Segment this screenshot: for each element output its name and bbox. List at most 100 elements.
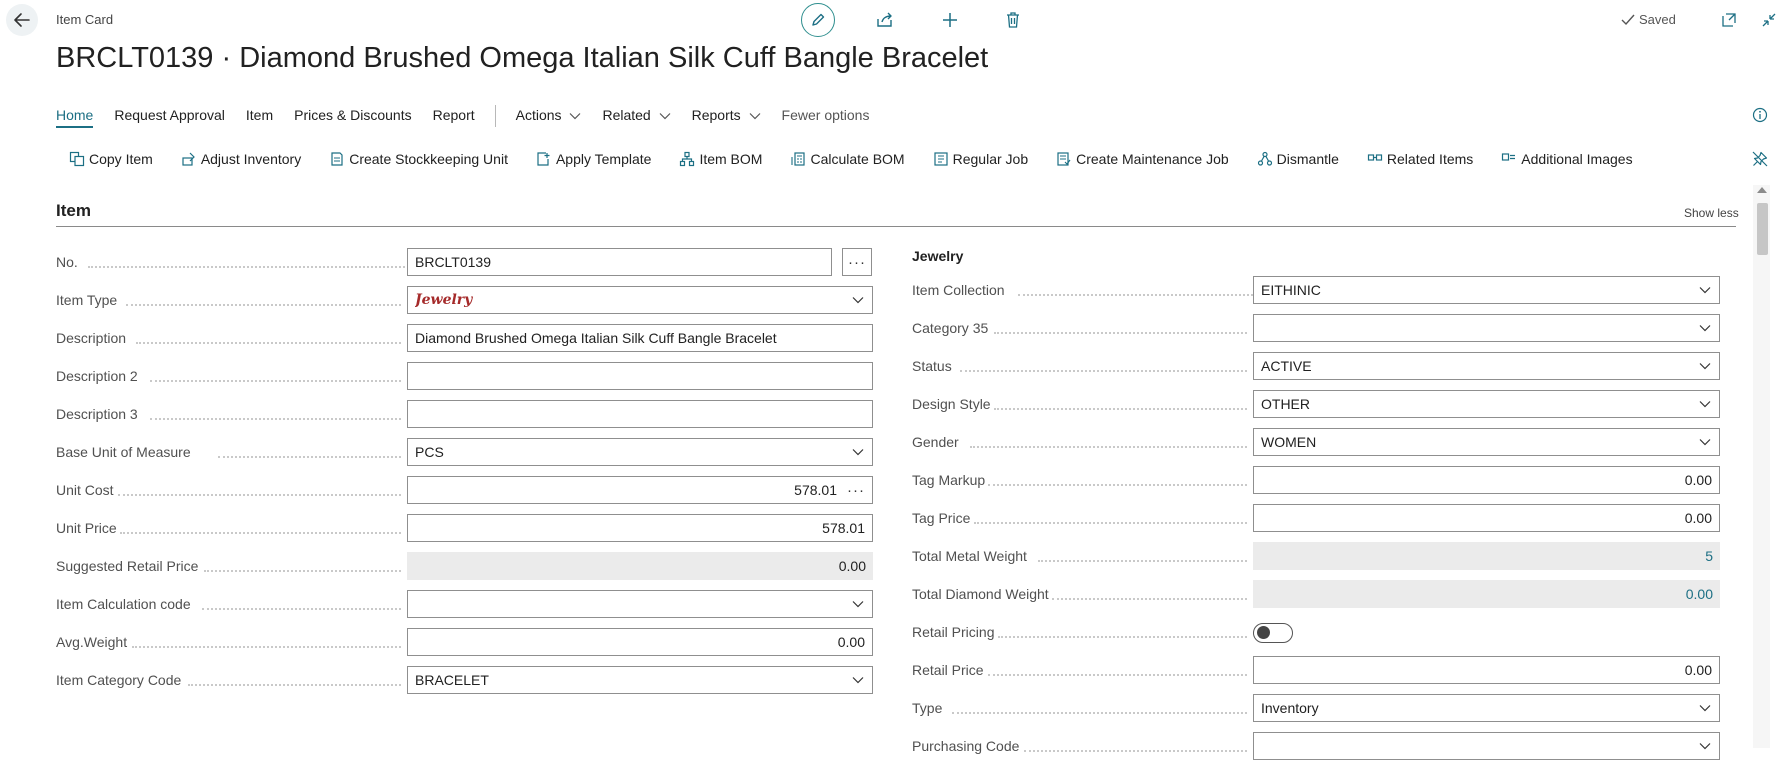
field-row-category-35: Category 35 xyxy=(912,314,1720,342)
open-new-window-button[interactable] xyxy=(1717,8,1741,32)
info-button[interactable] xyxy=(1751,106,1769,124)
item-category-select[interactable]: BRACELET xyxy=(407,666,873,694)
leader-dots xyxy=(970,446,1247,448)
item-category-label: Item Category Code xyxy=(56,672,182,688)
leader-dots xyxy=(1052,598,1247,600)
field-row-type: Type Inventory xyxy=(912,694,1720,722)
category-35-select[interactable] xyxy=(1253,314,1720,342)
tab-home[interactable]: Home xyxy=(56,107,94,128)
tag-markup-field[interactable]: 0.00 xyxy=(1253,466,1720,494)
group-title-jewelry: Jewelry xyxy=(912,248,964,264)
create-stockkeeping-unit-button[interactable]: Create Stockkeeping Unit xyxy=(328,150,508,168)
chevron-down-icon xyxy=(852,449,864,456)
collapse-button[interactable] xyxy=(1757,8,1781,32)
tag-price-label: Tag Price xyxy=(912,510,971,526)
base-uom-select[interactable]: PCS xyxy=(407,438,873,466)
back-button[interactable] xyxy=(6,4,38,36)
tag-markup-label: Tag Markup xyxy=(912,472,986,488)
adjust-inventory-button[interactable]: Adjust Inventory xyxy=(180,150,301,168)
tab-item[interactable]: Item xyxy=(246,107,273,125)
retail-pricing-toggle[interactable] xyxy=(1253,623,1293,643)
retail-price-field[interactable]: 0.00 xyxy=(1253,656,1720,684)
unpin-action-bar-button[interactable] xyxy=(1750,149,1770,169)
regular-job-button[interactable]: Regular Job xyxy=(932,150,1029,168)
action-bar-tabs: Home Request Approval Item Prices & Disc… xyxy=(56,104,890,128)
edit-button[interactable] xyxy=(801,3,835,37)
status-value: ACTIVE xyxy=(1261,358,1312,374)
chevron-down-icon xyxy=(570,113,581,120)
apply-template-button[interactable]: Apply Template xyxy=(535,150,651,168)
scroll-up-arrow-icon[interactable] xyxy=(1757,187,1767,193)
gender-select[interactable]: WOMEN xyxy=(1253,428,1720,456)
design-style-value: OTHER xyxy=(1261,396,1310,412)
tab-request-approval[interactable]: Request Approval xyxy=(114,107,225,125)
no-lookup-button[interactable]: ··· xyxy=(842,248,872,276)
unit-price-field[interactable]: 578.01 xyxy=(407,514,873,542)
description-3-label: Description 3 xyxy=(56,406,138,422)
leader-dots xyxy=(994,408,1247,410)
description-3-field[interactable] xyxy=(407,400,873,428)
fewer-options-button[interactable]: Fewer options xyxy=(782,107,870,125)
tag-price-value: 0.00 xyxy=(1684,510,1712,526)
tab-prices-discounts[interactable]: Prices & Discounts xyxy=(294,107,411,125)
share-icon xyxy=(877,12,892,27)
scrollbar-thumb[interactable] xyxy=(1757,203,1768,255)
no-field[interactable]: BRCLT0139 xyxy=(407,248,832,276)
tab-separator xyxy=(494,105,496,127)
menu-actions[interactable]: Actions xyxy=(516,107,582,125)
hierarchy-icon xyxy=(678,150,696,168)
vertical-scrollbar[interactable] xyxy=(1753,185,1770,748)
unit-cost-field[interactable]: 578.01 ··· xyxy=(407,476,873,504)
base-uom-value: PCS xyxy=(415,444,444,460)
related-items-button[interactable]: Related Items xyxy=(1366,150,1473,168)
avg-weight-label: Avg.Weight xyxy=(56,634,128,650)
retail-pricing-label: Retail Pricing xyxy=(912,624,995,640)
tab-report[interactable]: Report xyxy=(433,107,475,125)
item-type-label: Item Type xyxy=(56,292,118,308)
leader-dots xyxy=(1024,750,1247,752)
field-row-item-calc-code: Item Calculation code xyxy=(56,590,882,618)
item-calc-code-select[interactable] xyxy=(407,590,873,618)
menu-related[interactable]: Related xyxy=(602,107,671,125)
menu-reports[interactable]: Reports xyxy=(692,107,761,125)
leader-dots xyxy=(974,522,1247,524)
type-select[interactable]: Inventory xyxy=(1253,694,1720,722)
unpin-icon xyxy=(1752,151,1768,167)
new-button[interactable] xyxy=(938,8,962,32)
create-maintenance-job-button[interactable]: Create Maintenance Job xyxy=(1055,150,1229,168)
description-field[interactable]: Diamond Brushed Omega Italian Silk Cuff … xyxy=(407,324,873,352)
dismantle-button[interactable]: Dismantle xyxy=(1256,150,1339,168)
item-type-select[interactable]: Jewelry xyxy=(407,286,873,314)
pencil-icon xyxy=(812,13,825,26)
plus-icon xyxy=(943,13,957,27)
regular-job-label: Regular Job xyxy=(952,151,1029,167)
description-2-field[interactable] xyxy=(407,362,873,390)
design-style-select[interactable]: OTHER xyxy=(1253,390,1720,418)
copy-item-button[interactable]: Copy Item xyxy=(68,150,153,168)
page-label: Item Card xyxy=(56,12,114,27)
item-collection-select[interactable]: EITHINIC xyxy=(1253,276,1720,304)
show-less-button[interactable]: Show less xyxy=(1684,206,1739,220)
share-button[interactable] xyxy=(873,8,897,32)
field-row-gender: Gender WOMEN xyxy=(912,428,1720,456)
calculate-bom-button[interactable]: Calculate BOM xyxy=(789,150,905,168)
avg-weight-field[interactable]: 0.00 xyxy=(407,628,873,656)
description-value: Diamond Brushed Omega Italian Silk Cuff … xyxy=(415,330,777,346)
purchasing-code-select[interactable] xyxy=(1253,732,1720,760)
suggested-retail-field: 0.00 xyxy=(407,552,873,580)
ellipsis-icon[interactable]: ··· xyxy=(847,482,865,499)
additional-images-button[interactable]: Additional Images xyxy=(1500,150,1633,168)
item-calc-code-label: Item Calculation code xyxy=(56,596,191,612)
description-2-label: Description 2 xyxy=(56,368,138,384)
purchasing-code-label: Purchasing Code xyxy=(912,738,1020,754)
item-collection-value: EITHINIC xyxy=(1261,282,1321,298)
item-type-value: Jewelry xyxy=(415,292,473,308)
status-select[interactable]: ACTIVE xyxy=(1253,352,1720,380)
item-bom-button[interactable]: Item BOM xyxy=(678,150,762,168)
total-diamond-weight-value: 0.00 xyxy=(1685,586,1713,602)
chevron-down-icon xyxy=(659,113,671,120)
field-row-item-category: Item Category Code BRACELET xyxy=(56,666,882,694)
related-items-label: Related Items xyxy=(1386,151,1474,167)
tag-price-field[interactable]: 0.00 xyxy=(1253,504,1720,532)
delete-button[interactable] xyxy=(1001,8,1025,32)
